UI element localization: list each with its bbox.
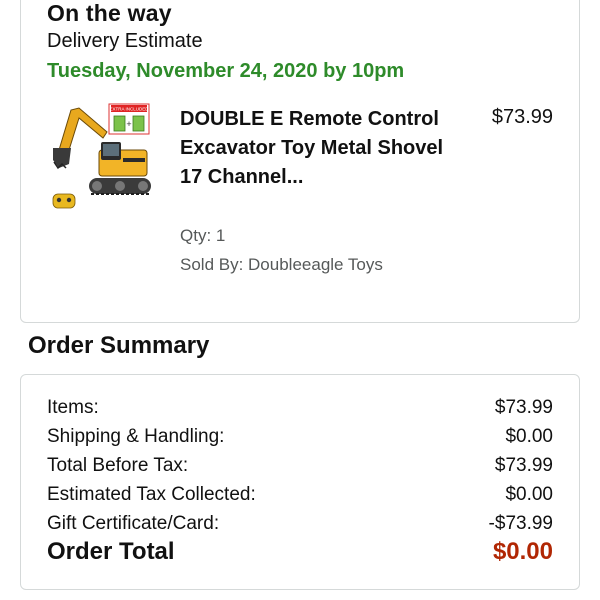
- summary-value: -$73.99: [488, 513, 553, 534]
- order-summary-heading: Order Summary: [28, 332, 210, 359]
- shipment-status: On the way: [47, 0, 172, 26]
- order-total-value: $0.00: [492, 538, 553, 565]
- svg-text:+: +: [126, 119, 131, 129]
- battery-pack-icon: EXTRA INCLUDED +: [108, 103, 150, 135]
- summary-label: Total Before Tax:: [47, 455, 189, 476]
- summary-row-items: Items: $73.99: [47, 397, 553, 419]
- product-image[interactable]: EXTRA INCLUDED +: [49, 102, 155, 212]
- delivery-estimate-date: Tuesday, November 24, 2020 by 10pm: [47, 60, 405, 82]
- summary-row-before-tax: Total Before Tax: $73.99: [47, 455, 553, 477]
- extra-included-badge: EXTRA INCLUDED: [109, 107, 149, 112]
- summary-label: Shipping & Handling:: [47, 426, 225, 447]
- summary-value: $73.99: [494, 397, 553, 418]
- summary-value: $0.00: [505, 426, 553, 447]
- summary-value: $0.00: [505, 484, 553, 505]
- summary-row-shipping: Shipping & Handling: $0.00: [47, 426, 553, 448]
- order-total-label: Order Total: [47, 538, 175, 565]
- summary-label: Gift Certificate/Card:: [47, 513, 220, 534]
- product-seller: Sold By: Doubleeagle Toys: [180, 255, 383, 274]
- remote-control-icon: [52, 193, 76, 209]
- product-price: $73.99: [491, 106, 553, 128]
- shipment-card: On the way Delivery Estimate Tuesday, No…: [20, 0, 580, 323]
- summary-row-order-total: Order Total $0.00: [47, 538, 553, 566]
- summary-row-gift-card: Gift Certificate/Card: -$73.99: [47, 513, 553, 535]
- order-summary-card: Items: $73.99 Shipping & Handling: $0.00…: [20, 374, 580, 590]
- summary-value: $73.99: [494, 455, 553, 476]
- delivery-estimate-label: Delivery Estimate: [47, 30, 203, 52]
- summary-row-tax: Estimated Tax Collected: $0.00: [47, 484, 553, 506]
- order-details-page: On the way Delivery Estimate Tuesday, No…: [0, 0, 600, 600]
- summary-label: Items:: [47, 397, 99, 418]
- product-title-link[interactable]: DOUBLE E Remote Control Excavator Toy Me…: [180, 105, 450, 192]
- summary-label: Estimated Tax Collected:: [47, 484, 256, 505]
- product-quantity: Qty: 1: [180, 226, 226, 245]
